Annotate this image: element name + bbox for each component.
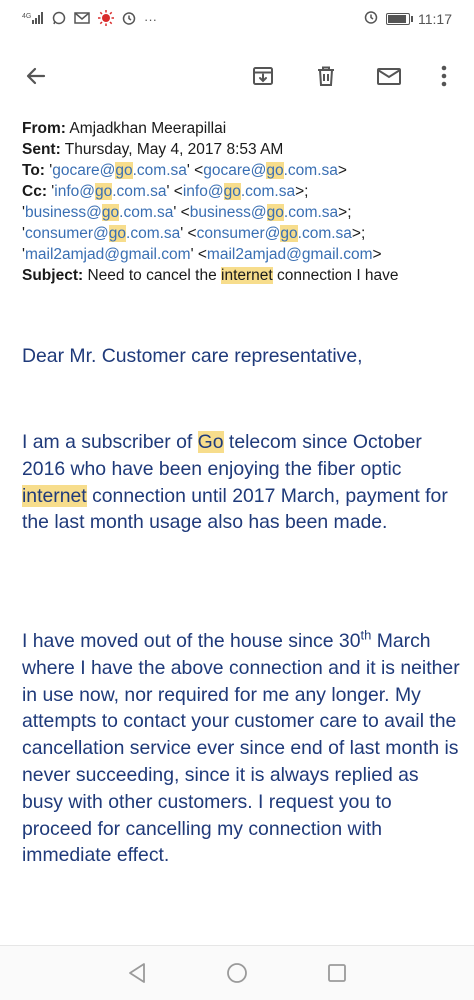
bracket: > bbox=[372, 246, 382, 263]
cc-address-link[interactable]: info@go.com.sa bbox=[54, 183, 167, 200]
addr-part: info@ bbox=[54, 183, 95, 200]
status-bar-left: 4G ··· bbox=[22, 10, 157, 30]
ordinal-suffix: th bbox=[360, 627, 372, 643]
subject-text: Need to cancel the bbox=[87, 267, 222, 284]
alarm-icon bbox=[122, 11, 136, 29]
search-highlight: Go bbox=[197, 431, 224, 453]
addr-part: info@ bbox=[182, 183, 224, 200]
text-run: March where I have the above connection … bbox=[22, 630, 460, 867]
cc-label: Cc: bbox=[22, 183, 47, 200]
signal-icon: 4G bbox=[22, 11, 44, 29]
search-highlight: go bbox=[101, 204, 120, 221]
subject-label: Subject: bbox=[22, 267, 84, 284]
quote: ' < bbox=[186, 162, 204, 179]
cc-row: 'consumer@go.com.sa' <consumer@go.com.sa… bbox=[22, 223, 462, 244]
text-run: connection until 2017 March, payment for… bbox=[22, 484, 448, 534]
search-highlight: internet bbox=[22, 484, 87, 507]
addr-part: .com.sa bbox=[240, 183, 296, 200]
addr-part: .com.sa bbox=[283, 162, 338, 179]
to-row: To: 'gocare@go.com.sa' <gocare@go.com.sa… bbox=[22, 160, 462, 181]
search-highlight: go bbox=[108, 225, 127, 242]
search-highlight: go bbox=[223, 183, 241, 200]
paragraph-text: I am a subscriber of Go telecom since Oc… bbox=[22, 429, 462, 536]
home-circle-icon[interactable] bbox=[222, 958, 252, 988]
bracket: > bbox=[337, 162, 347, 179]
cc-address-link[interactable]: business@go.com.sa bbox=[25, 204, 173, 221]
sent-value: Thursday, May 4, 2017 8:53 AM bbox=[64, 141, 284, 158]
quote: ' < bbox=[190, 246, 207, 263]
mark-unread-icon[interactable] bbox=[371, 58, 407, 94]
battery-icon bbox=[386, 13, 413, 25]
svg-text:4G: 4G bbox=[22, 13, 31, 20]
addr-part: .com.sa bbox=[283, 204, 339, 221]
sent-label: Sent: bbox=[22, 141, 61, 158]
addr-part: consumer@ bbox=[196, 225, 281, 242]
addr-part: gocare@ bbox=[203, 162, 267, 179]
search-highlight: go bbox=[95, 183, 113, 200]
cc-address-link[interactable]: business@go.com.sa bbox=[190, 204, 338, 221]
cc-row: Cc: 'info@go.com.sa' <info@go.com.sa>; bbox=[22, 181, 462, 202]
paragraph-text: I have moved out of the house since 30th… bbox=[22, 628, 462, 869]
bracket: >; bbox=[338, 204, 352, 221]
email-greeting: Dear Mr. Customer care representative, bbox=[22, 343, 462, 370]
email-paragraph-2: I have moved out of the house since 30th… bbox=[22, 628, 462, 869]
back-triangle-icon[interactable] bbox=[122, 958, 152, 988]
addr-part: business@ bbox=[24, 204, 102, 221]
search-highlight: internet bbox=[221, 267, 273, 284]
bracket: >; bbox=[351, 225, 366, 242]
sent-row: Sent: Thursday, May 4, 2017 8:53 AM bbox=[22, 139, 462, 160]
search-highlight: go bbox=[280, 225, 298, 242]
delete-icon[interactable] bbox=[308, 58, 344, 94]
text-run: I have moved out of the house since 30 bbox=[22, 630, 361, 652]
cc-address-link[interactable]: mail2amjad@gmail.com bbox=[207, 246, 373, 263]
from-value: Amjadkhan Meerapillai bbox=[69, 120, 227, 137]
greeting-text: Dear Mr. Customer care representative, bbox=[22, 345, 363, 367]
addr-part: business@ bbox=[189, 204, 267, 221]
cc-row: 'business@go.com.sa' <business@go.com.sa… bbox=[22, 202, 462, 223]
status-time: 11:17 bbox=[418, 11, 452, 27]
search-highlight: go bbox=[115, 162, 133, 179]
cc-address-link[interactable]: mail2amjad@gmail.com bbox=[25, 246, 191, 263]
system-nav-bar bbox=[0, 946, 474, 1000]
subject-row: Subject: Need to cancel the internet con… bbox=[22, 265, 462, 286]
addr-part: .com.sa bbox=[132, 162, 187, 179]
addr-part: gocare@ bbox=[52, 162, 116, 179]
email-paragraph-1: I am a subscriber of Go telecom since Oc… bbox=[22, 429, 462, 536]
quote: ' < bbox=[180, 225, 197, 242]
addr-part: .com.sa bbox=[119, 204, 174, 221]
search-highlight: go bbox=[266, 162, 284, 179]
cc-row: 'mail2amjad@gmail.com' <mail2amjad@gmail… bbox=[22, 244, 462, 265]
from-label: From: bbox=[22, 120, 66, 137]
status-bar-right: 11:17 bbox=[364, 10, 452, 28]
to-address-link[interactable]: gocare@go.com.sa bbox=[52, 162, 187, 179]
addr-part: consumer@ bbox=[24, 225, 109, 242]
cc-address-link[interactable]: info@go.com.sa bbox=[183, 183, 295, 200]
addr-part: .com.sa bbox=[126, 225, 181, 242]
quote: ' < bbox=[166, 183, 183, 200]
back-arrow-icon[interactable] bbox=[18, 58, 54, 94]
alarm-icon bbox=[364, 10, 378, 28]
addr-part: .com.sa bbox=[112, 183, 167, 200]
text-run: I am a subscriber of bbox=[22, 431, 198, 453]
whatsapp-icon bbox=[52, 11, 66, 29]
mail-icon bbox=[74, 11, 90, 29]
from-row: From: Amjadkhan Meerapillai bbox=[22, 118, 462, 139]
email-toolbar bbox=[0, 48, 474, 104]
cc-address-link[interactable]: consumer@go.com.sa bbox=[25, 225, 180, 242]
more-vert-icon[interactable] bbox=[426, 58, 462, 94]
sun-icon bbox=[98, 10, 114, 30]
to-label: To: bbox=[22, 162, 45, 179]
subject-text: connection I have bbox=[272, 267, 399, 284]
email-header: From: Amjadkhan Meerapillai Sent: Thursd… bbox=[22, 118, 462, 286]
addr-part: .com.sa bbox=[297, 225, 352, 242]
archive-icon[interactable] bbox=[245, 58, 281, 94]
more-icon: ··· bbox=[144, 12, 157, 27]
quote: ' < bbox=[173, 204, 190, 221]
recents-square-icon[interactable] bbox=[322, 958, 352, 988]
search-highlight: go bbox=[266, 204, 284, 221]
cc-address-link[interactable]: consumer@go.com.sa bbox=[197, 225, 352, 242]
status-bar: 4G ··· 11:17 bbox=[0, 0, 474, 40]
bracket: >; bbox=[295, 183, 309, 200]
to-address-link[interactable]: gocare@go.com.sa bbox=[203, 162, 338, 179]
